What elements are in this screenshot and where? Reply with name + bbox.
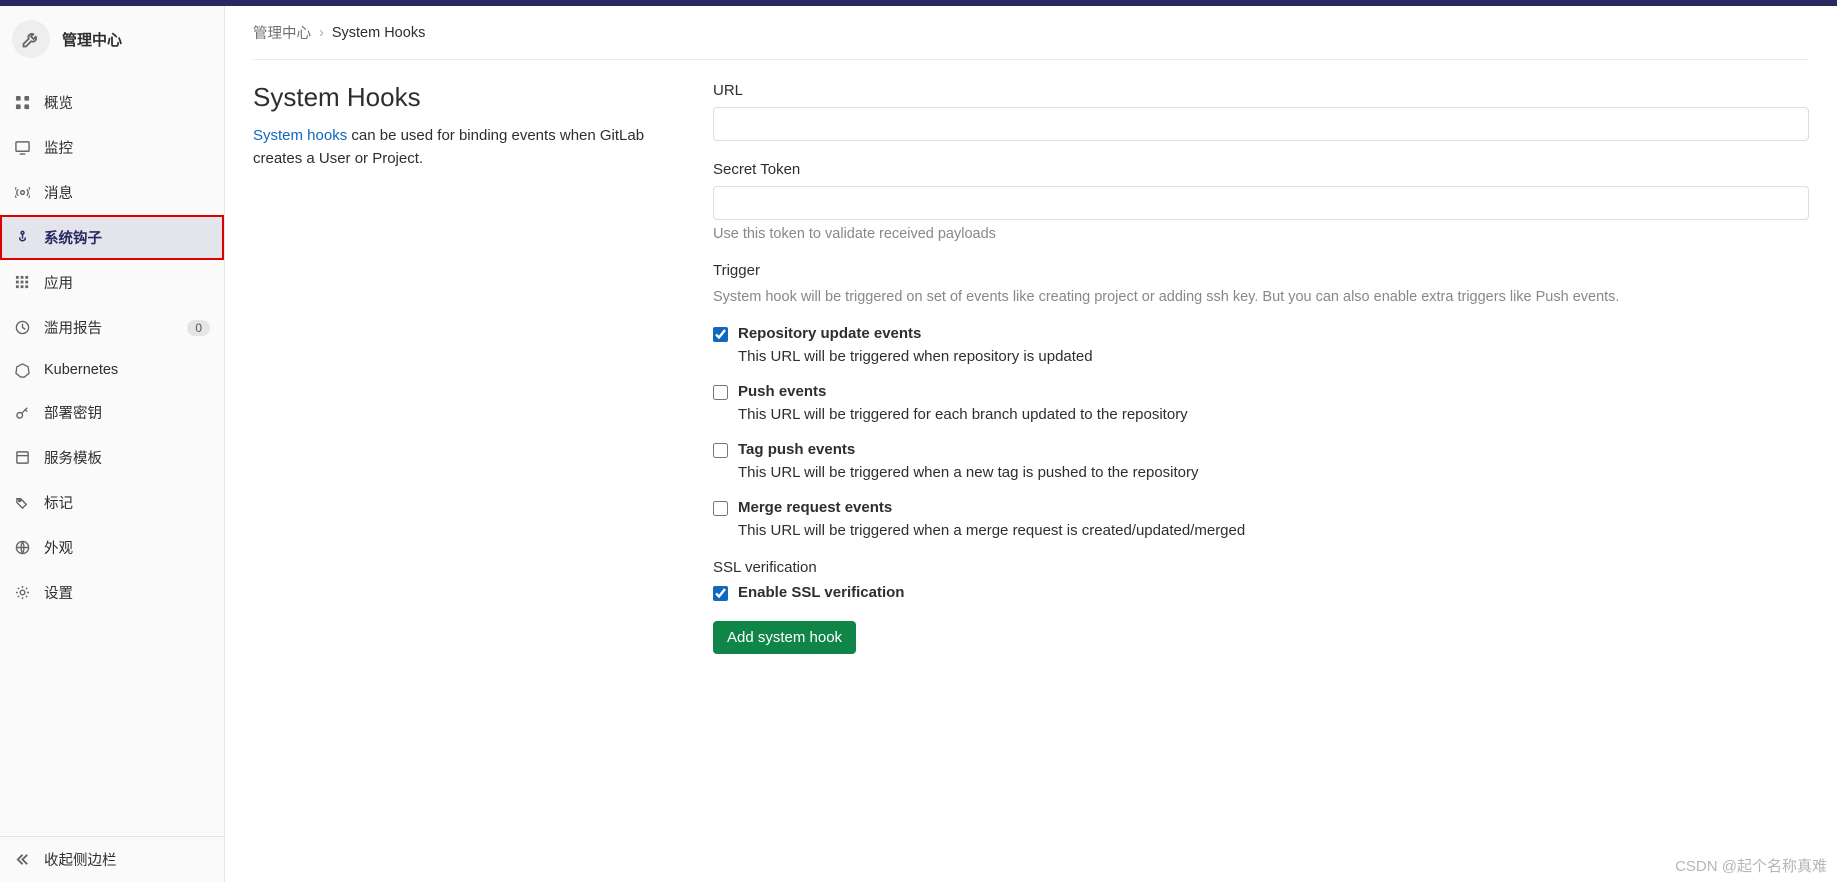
sidebar-item-settings[interactable]: 设置: [0, 570, 224, 615]
secret-token-help: Use this token to validate received payl…: [713, 226, 1809, 242]
sidebar-nav: 概览 监控 消息 系统钩子 应用 滥用报告 0: [0, 72, 224, 836]
trigger-repo-update: Repository update events: [713, 325, 1809, 342]
secret-token-label: Secret Token: [713, 161, 1809, 178]
sidebar-title: 管理中心: [62, 29, 122, 50]
appearance-icon: [14, 540, 30, 556]
ssl-verification-checkbox[interactable]: [713, 586, 728, 601]
trigger-tag-push-label: Tag push events: [738, 441, 855, 458]
sidebar-item-label: 设置: [44, 582, 73, 603]
sidebar-item-label: 消息: [44, 182, 73, 203]
chevron-double-left-icon: [14, 852, 30, 868]
trigger-merge-request-label: Merge request events: [738, 499, 892, 516]
trigger-merge-request-checkbox[interactable]: [713, 501, 728, 516]
trigger-tag-push: Tag push events: [713, 441, 1809, 458]
template-icon: [14, 450, 30, 466]
sidebar-item-label: 部署密钥: [44, 402, 102, 423]
trigger-repo-update-help: This URL will be triggered when reposito…: [738, 348, 1809, 365]
main-content: 管理中心 › System Hooks System Hooks System …: [225, 6, 1837, 882]
clock-icon: [14, 320, 30, 336]
ssl-label: SSL verification: [713, 559, 1809, 576]
sidebar-item-label: 系统钩子: [44, 227, 102, 248]
trigger-push-checkbox[interactable]: [713, 385, 728, 400]
kubernetes-icon: [14, 362, 30, 378]
url-label: URL: [713, 82, 1809, 99]
trigger-merge-request-help: This URL will be triggered when a merge …: [738, 522, 1809, 539]
sidebar-item-abuse[interactable]: 滥用报告 0: [0, 305, 224, 350]
ssl-verification-label: Enable SSL verification: [738, 584, 904, 601]
trigger-push: Push events: [713, 383, 1809, 400]
trigger-push-label: Push events: [738, 383, 826, 400]
add-system-hook-button[interactable]: Add system hook: [713, 621, 856, 654]
sidebar-item-overview[interactable]: 概览: [0, 80, 224, 125]
trigger-push-help: This URL will be triggered for each bran…: [738, 406, 1809, 423]
trigger-tag-push-help: This URL will be triggered when a new ta…: [738, 464, 1809, 481]
trigger-merge-request: Merge request events: [713, 499, 1809, 516]
gear-icon: [14, 585, 30, 601]
sidebar-item-label: 滥用报告: [44, 317, 102, 338]
secret-token-input[interactable]: [713, 186, 1809, 220]
page-description-panel: System Hooks System hooks can be used fo…: [253, 82, 673, 654]
trigger-tag-push-checkbox[interactable]: [713, 443, 728, 458]
sidebar-item-monitor[interactable]: 监控: [0, 125, 224, 170]
sidebar-item-label: 服务模板: [44, 447, 102, 468]
sidebar-item-label: 应用: [44, 272, 73, 293]
breadcrumb-current: System Hooks: [332, 25, 425, 41]
sidebar-item-deploy-keys[interactable]: 部署密钥: [0, 390, 224, 435]
breadcrumb-root[interactable]: 管理中心: [253, 22, 311, 43]
system-hooks-link[interactable]: System hooks: [253, 127, 347, 144]
breadcrumb: 管理中心 › System Hooks: [253, 18, 1809, 60]
system-hook-form: URL Secret Token Use this token to valid…: [713, 82, 1809, 654]
sidebar: 管理中心 概览 监控 消息 系统钩子 应用: [0, 6, 225, 882]
sidebar-item-system-hooks[interactable]: 系统钩子: [0, 215, 224, 260]
monitor-icon: [14, 140, 30, 156]
trigger-description: System hook will be triggered on set of …: [713, 287, 1809, 309]
sidebar-item-templates[interactable]: 服务模板: [0, 435, 224, 480]
overview-icon: [14, 95, 30, 111]
sidebar-item-badge: 0: [187, 320, 210, 336]
trigger-repo-update-checkbox[interactable]: [713, 327, 728, 342]
sidebar-item-tags[interactable]: 标记: [0, 480, 224, 525]
sidebar-item-appearance[interactable]: 外观: [0, 525, 224, 570]
ssl-verification: Enable SSL verification: [713, 584, 1809, 601]
sidebar-header: 管理中心: [0, 6, 224, 72]
wrench-icon: [12, 20, 50, 58]
trigger-label: Trigger: [713, 262, 1809, 279]
broadcast-icon: [14, 185, 30, 201]
sidebar-footer-label: 收起侧边栏: [44, 849, 117, 870]
sidebar-item-messages[interactable]: 消息: [0, 170, 224, 215]
sidebar-collapse[interactable]: 收起侧边栏: [0, 836, 224, 882]
sidebar-item-apps[interactable]: 应用: [0, 260, 224, 305]
page-title: System Hooks: [253, 82, 673, 113]
sidebar-item-label: 外观: [44, 537, 73, 558]
sidebar-item-label: Kubernetes: [44, 362, 118, 378]
trigger-repo-update-label: Repository update events: [738, 325, 921, 342]
sidebar-item-label: 监控: [44, 137, 73, 158]
breadcrumb-separator: ›: [319, 25, 324, 41]
page-description: System hooks can be used for binding eve…: [253, 125, 673, 170]
tag-icon: [14, 495, 30, 511]
sidebar-item-label: 标记: [44, 492, 73, 513]
hook-icon: [14, 230, 30, 246]
apps-icon: [14, 275, 30, 291]
sidebar-item-label: 概览: [44, 92, 73, 113]
sidebar-item-kubernetes[interactable]: Kubernetes: [0, 350, 224, 390]
key-icon: [14, 405, 30, 421]
url-input[interactable]: [713, 107, 1809, 141]
